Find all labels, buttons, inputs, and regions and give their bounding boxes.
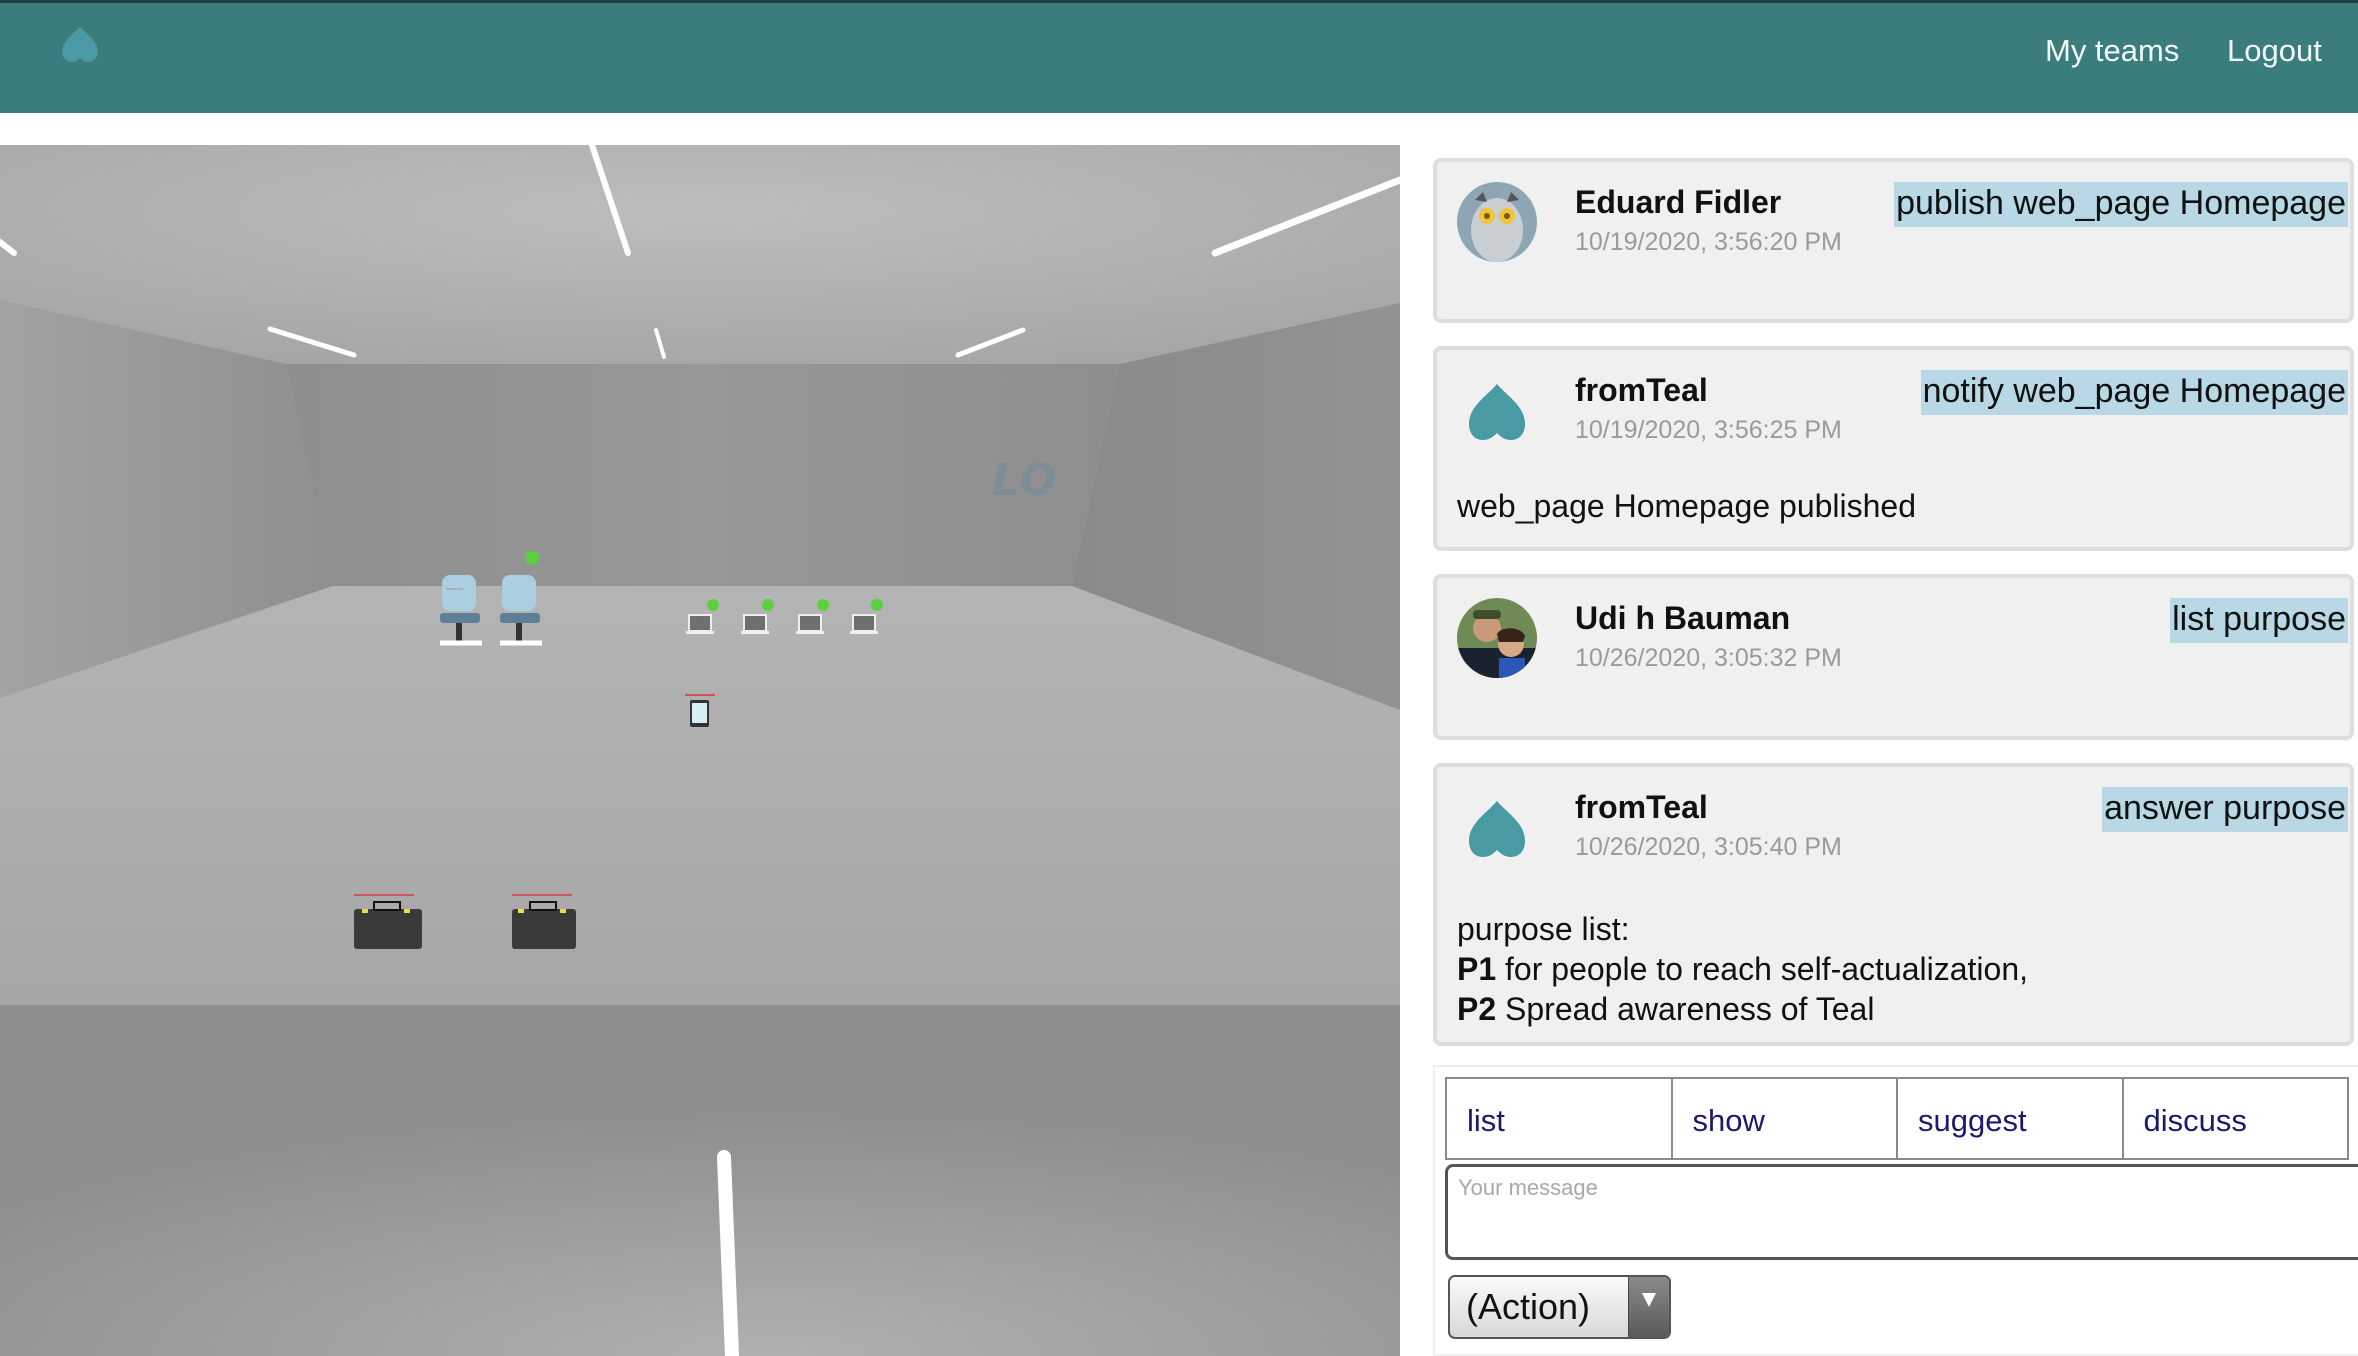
action-select[interactable]: (Action) [1448, 1275, 1671, 1339]
logout-link[interactable]: Logout [2227, 33, 2322, 69]
message-card: fromTeal 10/19/2020, 3:56:25 PM notify w… [1433, 346, 2354, 551]
check-badge [525, 551, 539, 565]
teal-heart-icon [1469, 384, 1525, 440]
avatar [1457, 370, 1537, 450]
purpose-item: P1 for people to reach self-actualizatio… [1457, 949, 2028, 989]
purpose-id: P1 [1457, 951, 1497, 987]
purpose-item: P2 Spread awareness of Teal [1457, 989, 2028, 1029]
message-author: Udi h Bauman [1575, 600, 1791, 636]
purpose-list-intro: purpose list: [1457, 911, 1630, 947]
3d-office-scene[interactable]: ~~~~~ LO [0, 145, 1400, 1356]
svg-text:~~~~~: ~~~~~ [446, 587, 464, 593]
message-body: purpose list: P1 for people to reach sel… [1457, 909, 2028, 1029]
message-action: answer purpose [2102, 787, 2348, 832]
action-select-value: (Action) [1466, 1286, 1591, 1327]
tab-suggest[interactable]: suggest [1898, 1079, 2124, 1158]
user-photo-icon [1457, 182, 1537, 262]
message-author: Eduard Fidler [1575, 184, 1782, 220]
avatar [1457, 787, 1537, 867]
message-action: notify web_page Homepage [1920, 370, 2348, 415]
message-card: Udi h Bauman 10/26/2020, 3:05:32 PM list… [1433, 574, 2354, 740]
purpose-id: P2 [1457, 991, 1497, 1027]
tab-show[interactable]: show [1673, 1079, 1898, 1158]
message-time: 10/26/2020, 3:05:40 PM [1575, 833, 1842, 861]
avatar [1457, 598, 1537, 678]
message-time: 10/26/2020, 3:05:32 PM [1575, 644, 1842, 672]
chevron-down-icon[interactable] [1628, 1277, 1669, 1337]
tab-list[interactable]: list [1447, 1079, 1673, 1158]
wall-label: LO [992, 455, 1058, 506]
message-card: Eduard Fidler 10/19/2020, 3:56:20 PM pub… [1433, 158, 2354, 323]
message-body: web_page Homepage published [1457, 488, 1917, 524]
room-render: ~~~~~ [0, 145, 1400, 1356]
message-composer: list show suggest discuss (Action) [1433, 1065, 2358, 1356]
near-floor [0, 1005, 1400, 1356]
message-input[interactable] [1445, 1164, 2358, 1260]
teal-heart-icon[interactable] [60, 25, 100, 63]
floor [0, 586, 1400, 1005]
message-card: fromTeal 10/26/2020, 3:05:40 PM answer p… [1433, 763, 2354, 1046]
top-navbar: My teams Logout [0, 0, 2358, 113]
message-author: fromTeal [1575, 372, 1708, 408]
ceiling [0, 145, 1400, 364]
message-time: 10/19/2020, 3:56:25 PM [1575, 416, 1842, 444]
purpose-text: for people to reach self-actualization, [1496, 951, 2028, 987]
avatar [1457, 182, 1537, 262]
message-author: fromTeal [1575, 789, 1708, 825]
tab-discuss[interactable]: discuss [2124, 1079, 2348, 1158]
user-photo-icon [1457, 598, 1537, 678]
message-action: list purpose [2170, 598, 2348, 643]
message-time: 10/19/2020, 3:56:20 PM [1575, 228, 1842, 256]
teal-heart-icon [1469, 801, 1525, 857]
command-tabs: list show suggest discuss [1445, 1077, 2349, 1160]
purpose-text: Spread awareness of Teal [1496, 991, 1875, 1027]
message-action: publish web_page Homepage [1894, 182, 2348, 227]
my-teams-link[interactable]: My teams [2045, 33, 2179, 69]
